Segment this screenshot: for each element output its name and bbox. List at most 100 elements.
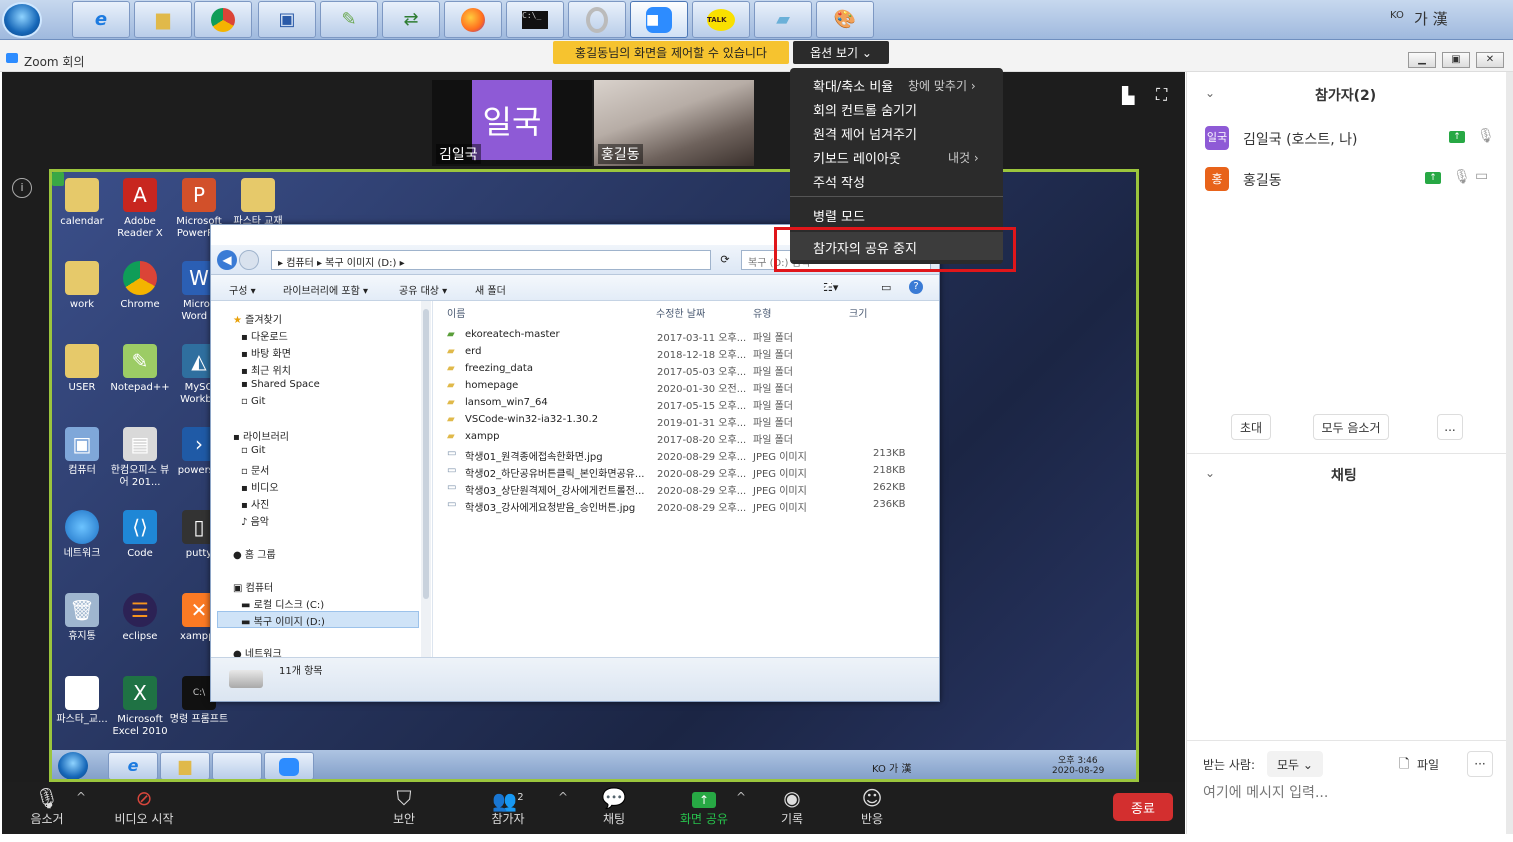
back-icon[interactable]: ◀	[217, 250, 237, 270]
paint-icon[interactable]: 🎨	[816, 1, 874, 38]
microphone-icon[interactable]: 🎙	[1453, 169, 1471, 185]
folder-icon[interactable]: ▆	[160, 752, 210, 779]
ime-mode[interactable]: 가 漢	[1414, 8, 1448, 29]
start-video-button[interactable]: ⊘ 비디오 시작	[106, 786, 182, 827]
nav-desktop[interactable]: ▪ 바탕 화면	[241, 345, 291, 360]
nav-drive-c[interactable]: ▬ 로컬 디스크 (C:)	[241, 596, 324, 611]
nav-pictures[interactable]: ▪ 사진	[241, 496, 269, 511]
firefox-icon[interactable]	[444, 1, 502, 38]
participant-row[interactable]: 일국 김일국 (호스트, 나) ↑ 🎙	[1205, 124, 1499, 152]
preview-pane-icon[interactable]: ▭	[881, 281, 891, 294]
caret-up-icon[interactable]: ^	[736, 790, 746, 804]
include-library-menu[interactable]: 라이브러리에 포함 ▾	[283, 282, 368, 297]
layout-icon[interactable]: ▙	[1122, 86, 1134, 105]
nav-videos[interactable]: ▪ 비디오	[241, 479, 279, 494]
file-row[interactable]: ▰ erd 2018-12-18 오후... 파일 폴더	[447, 344, 907, 361]
panel-scrollbar[interactable]	[1506, 72, 1513, 834]
ie-icon[interactable]: e	[72, 1, 130, 38]
participant-thumbnail[interactable]: 홍길동	[594, 80, 754, 166]
desktop-icon-network[interactable]: 네트워크	[52, 510, 112, 560]
nav-scrollbar[interactable]	[421, 301, 431, 657]
nav-homegroup[interactable]: ● 홈 그룹	[233, 546, 276, 561]
desktop-icon-user[interactable]: USER	[52, 344, 112, 394]
menu-item-keyboard-layout[interactable]: 키보드 레이아웃	[813, 148, 901, 167]
participant-row[interactable]: 홍 홍길동 ↑ 🎙 ▭	[1205, 165, 1499, 193]
file-icon[interactable]: 🗋	[1399, 755, 1409, 777]
column-name[interactable]: 이름	[447, 305, 465, 320]
chrome-icon[interactable]	[212, 752, 262, 779]
record-button[interactable]: ◉ 기록	[770, 786, 814, 827]
maximize-button[interactable]: ▣	[1442, 52, 1470, 68]
menu-item-side-by-side[interactable]: 병렬 모드	[813, 206, 865, 225]
file-row[interactable]: ▭ 학생02_하단공유버튼클릭_본인화면공유... 2020-08-29 오후...…	[447, 463, 907, 480]
remote-start-button[interactable]	[58, 752, 88, 779]
desktop-icon-pasta-file[interactable]: 파스타_교...	[52, 676, 112, 726]
note-icon[interactable]: ▰	[754, 1, 812, 38]
kakaotalk-icon[interactable]: TALK	[692, 1, 750, 38]
folder-icon[interactable]: ▆	[134, 1, 192, 38]
new-folder-button[interactable]: 새 폴더	[475, 282, 506, 297]
chat-file-button[interactable]: 파일	[1417, 756, 1439, 773]
desktop-icon-adobe[interactable]: A Adobe Reader X	[110, 178, 170, 240]
column-size[interactable]: 크기	[849, 305, 867, 320]
file-explorer-window[interactable]: ◀ ▸ 컴퓨터 ▸ 복구 이미지 (D:) ▸ ⟳ 복구 (D:) 검색 구성 …	[210, 224, 940, 702]
share-screen-button[interactable]: ↑ 화면 공유	[674, 786, 734, 827]
chevron-down-icon[interactable]: ⌄	[1205, 466, 1215, 480]
chat-input[interactable]: 여기에 메시지 입력...	[1203, 782, 1493, 806]
close-button[interactable]: ✕	[1476, 52, 1504, 68]
ie-icon[interactable]: e	[108, 752, 158, 779]
desktop-icon-chrome[interactable]: Chrome	[110, 261, 170, 311]
desktop-icon-pasta[interactable]: 파스타 교재	[228, 178, 288, 228]
reactions-button[interactable]: ☺ 반응	[850, 786, 894, 827]
menu-item-hide-controls[interactable]: 회의 컨트롤 숨기기	[813, 100, 917, 119]
address-bar[interactable]: ▸ 컴퓨터 ▸ 복구 이미지 (D:) ▸	[271, 250, 711, 270]
minimize-button[interactable]: ▁	[1408, 52, 1436, 68]
start-button[interactable]	[2, 2, 42, 38]
file-row[interactable]: ▭ 학생01_원격종에접속한화면.jpg 2020-08-29 오후... JPEG …	[447, 446, 907, 463]
nav-computer[interactable]: ▣ 컴퓨터	[233, 579, 273, 594]
chat-recipient-select[interactable]: 모두 ⌄	[1267, 751, 1323, 777]
file-row[interactable]: ▰ freezing_data 2017-05-03 오후... 파일 폴더	[447, 361, 907, 378]
invite-button[interactable]: 초대	[1231, 414, 1271, 440]
menu-item-annotate[interactable]: 주석 작성	[813, 172, 865, 191]
network-icon[interactable]: ▣	[258, 1, 316, 38]
security-button[interactable]: ⛉ 보안	[382, 786, 426, 827]
transfer-icon[interactable]: ⇄	[382, 1, 440, 38]
file-row[interactable]: ▰ lansom_win7_64 2017-05-15 오후... 파일 폴더	[447, 395, 907, 412]
help-icon[interactable]: ?	[909, 280, 923, 294]
file-row[interactable]: ▭ 학생03_강사에게요청받음_승인버튼.jpg 2020-08-29 오후... J…	[447, 497, 907, 514]
nav-favorites[interactable]: ★ 즐겨찾기	[233, 311, 282, 326]
file-row[interactable]: ▰ xampp 2017-08-20 오후... 파일 폴더	[447, 429, 907, 446]
file-row[interactable]: ▰ ekoreatech-master 2017-03-11 오후... 파일 폴더	[447, 327, 907, 344]
notepad-icon[interactable]: ✎	[320, 1, 378, 38]
desktop-icon-hancom[interactable]: ▤ 한컴오피스 뷰어 201...	[110, 427, 170, 489]
menu-item-zoom-ratio[interactable]: 확대/축소 비율	[813, 76, 893, 95]
nav-music[interactable]: ♪ 음악	[241, 513, 269, 528]
chrome-icon[interactable]	[194, 1, 252, 38]
opera-icon[interactable]	[568, 1, 626, 38]
desktop-icon-computer[interactable]: ▣ 컴퓨터	[52, 427, 112, 477]
more-options-button[interactable]: ...	[1437, 414, 1463, 440]
forward-icon[interactable]	[239, 250, 259, 270]
share-with-menu[interactable]: 공유 대상 ▾	[399, 282, 447, 297]
column-type[interactable]: 유형	[753, 305, 771, 320]
desktop-icon-excel[interactable]: X Microsoft Excel 2010	[110, 676, 170, 738]
microphone-icon[interactable]: 🎙	[1477, 128, 1495, 144]
organize-menu[interactable]: 구성 ▾	[229, 282, 256, 297]
fullscreen-icon[interactable]: ⛶	[1156, 85, 1167, 105]
caret-up-icon[interactable]: ^	[76, 790, 86, 804]
desktop-icon-notepadpp[interactable]: ✎ Notepad++	[110, 344, 170, 394]
column-date[interactable]: 수정한 날짜	[656, 305, 705, 320]
file-row[interactable]: ▰ homepage 2020-01-30 오전... 파일 폴더	[447, 378, 907, 395]
nav-lib-git[interactable]: ▫ Git	[241, 445, 265, 456]
desktop-icon-work[interactable]: work	[52, 261, 112, 311]
nav-recent[interactable]: ▪ 최근 위치	[241, 362, 291, 377]
zoom-icon[interactable]: ■	[630, 1, 688, 38]
caret-up-icon[interactable]: ^	[558, 790, 568, 804]
desktop-icon-eclipse[interactable]: ☰ eclipse	[110, 593, 170, 643]
refresh-icon[interactable]: ⟳	[715, 250, 735, 270]
nav-network[interactable]: ● 네트워크	[233, 645, 282, 657]
nav-drive-d[interactable]: ▬ 복구 이미지 (D:)	[241, 613, 325, 628]
mute-button[interactable]: 🎙 음소거	[22, 786, 72, 827]
remote-ime[interactable]: KO 가 漢	[872, 760, 911, 775]
